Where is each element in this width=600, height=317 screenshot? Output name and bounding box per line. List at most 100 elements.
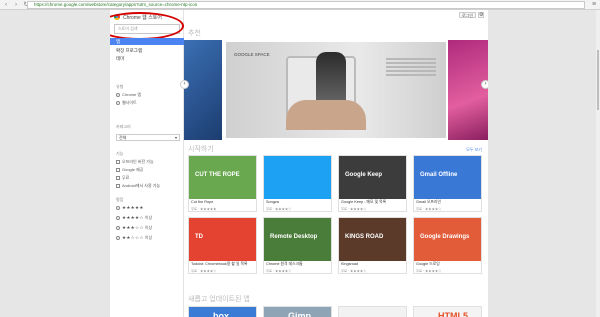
app-thumbnail: TD [189,218,256,261]
option-label: 오프라인 버전 가능 [122,159,154,164]
checkbox-icon [116,160,120,164]
forward-icon[interactable]: › [12,1,20,9]
carousel-next-icon[interactable]: › [481,80,488,89]
slide-brand: GOOGLE SPACE [234,52,270,57]
option-label: Android에서 사용 가능 [122,183,161,188]
stars: ★★★☆☆ [122,225,144,230]
rating-option-4[interactable]: ★★★★☆ 이상 [116,215,152,221]
option-label: Chrome 앱 [122,92,142,97]
app-thumbnail-label: TD [195,234,203,240]
carousel-prev-icon[interactable]: ‹ [180,80,189,89]
app-thumbnail: Remote Desktop [264,218,331,261]
app-name: Gmail 오프라인 [416,200,441,204]
app-thumbnail: KINGS ROAD [339,218,406,261]
sidebar-item-label: 확장 프로그램 [116,48,143,53]
feature-free[interactable]: 무료 [116,175,129,181]
app-thumbnail-label: HTML5 [438,311,468,317]
feature-google[interactable]: Google 제공 [116,167,143,173]
app-name: Todoist: Chromebook용 할 일 목록 [191,262,248,266]
app-thumbnail-label: Google Drawings [420,234,470,240]
app-tile[interactable]: Google Drawings Google 드로잉 무료 · ★★★★☆ [413,217,482,274]
webstore-page: Chrome 웹 스토어 스토어 검색 앱 확장 프로그램 테마 유형 Chro… [110,10,488,317]
app-tile[interactable]: Songza 무료 · ★★★★☆ [263,155,332,212]
stars: ★★★★★ [122,205,144,210]
address-url: https://chrome.google.com/webstore/categ… [34,2,198,7]
app-thumbnail: Google Keep [339,156,406,199]
stars: ★★★★☆ [122,215,144,220]
annotation-circle [110,12,184,40]
app-tile[interactable]: CUT THE ROPE Cut the Rope 무료 · ★★★★★ [188,155,257,212]
radio-icon [116,236,120,240]
app-thumbnail: Gmail Offline [414,156,481,199]
app-thumbnail: HTML5 [414,307,481,317]
carousel-slide-active[interactable]: GOOGLE SPACE [226,42,446,138]
app-thumbnail [339,307,406,317]
app-name: Kingsroad [341,262,359,266]
app-tile[interactable]: KINGS ROAD Kingsroad 무료 · ★★★★☆ [338,217,407,274]
app-thumbnail-label: Gmail Offline [420,172,458,178]
app-meta: 무료 · ★★★★☆ [341,269,367,273]
sidebar-item-extensions[interactable]: 확장 프로그램 [110,47,184,54]
app-meta: 무료 · ★★★★☆ [191,269,217,273]
radio-icon [116,93,120,97]
app-name: Songza [266,200,279,204]
update-tile[interactable]: Gimp [263,306,332,317]
app-meta: 무료 · ★★★★★ [191,207,217,211]
rating-option-2[interactable]: ★★☆☆☆ 이상 [116,235,152,241]
app-name: Chrome 원격 데스크톱 [266,262,303,266]
getting-started-title: 시작하기 [188,146,214,153]
type-heading: 유형 [116,84,124,89]
app-name: Cut the Rope [191,200,214,204]
main-content: 로그인 ⚙ 추천 GOOGLE SPACE ‹ › 시작하기 모두 보기 CUT… [180,10,488,317]
app-thumbnail [264,156,331,199]
sidebar-item-apps[interactable]: 앱 [110,38,184,45]
rating-option-3[interactable]: ★★★☆☆ 이상 [116,225,152,231]
option-label: Google 제공 [122,167,144,172]
sidebar-item-themes[interactable]: 테마 [110,55,184,62]
app-thumbnail: CUT THE ROPE [189,156,256,199]
app-meta: 무료 · ★★★★☆ [341,207,367,211]
rating-option-5[interactable]: ★★★★★ [116,205,144,211]
update-tile[interactable] [338,306,407,317]
app-meta: 무료 · ★★★★☆ [266,269,292,273]
type-option-websites[interactable]: 웹사이트 [116,100,137,106]
app-tile[interactable]: Google Keep Google Keep - 메모 및 목록무료 · ★★★… [338,155,407,212]
rating-suffix: 이상 [144,215,153,220]
address-bar[interactable]: https://chrome.google.com/webstore/categ… [27,1,585,9]
app-name: Google Keep - 메모 및 목록 [341,200,387,204]
updates-title: 새롭고 업데이트된 앱 [188,296,250,303]
sidebar-item-label: 앱 [116,39,121,44]
category-select[interactable]: 전체 ▾ [116,134,180,141]
app-meta: 무료 · ★★★★☆ [416,207,442,211]
feature-android[interactable]: Android에서 사용 가능 [116,183,160,189]
app-tile[interactable]: Gmail Offline Gmail 오프라인무료 · ★★★★☆ [413,155,482,212]
app-meta: 무료 · ★★★★☆ [416,269,442,273]
app-tile[interactable]: Remote Desktop Chrome 원격 데스크톱무료 · ★★★★☆ [263,217,332,274]
rating-suffix: 이상 [144,235,153,240]
app-meta: 무료 · ★★★★☆ [266,207,292,211]
app-tile[interactable]: TD Todoist: Chromebook용 할 일 목록무료 · ★★★★☆ [188,217,257,274]
see-all-link[interactable]: 모두 보기 [466,147,482,153]
featured-title: 추천 [188,30,201,37]
feature-offline[interactable]: 오프라인 버전 가능 [116,159,154,165]
window-scrollbar-thumb[interactable] [597,50,599,110]
checkbox-icon [116,168,120,172]
chevron-down-icon: ▾ [174,135,177,140]
carousel-slide-prev[interactable] [184,40,222,140]
app-thumbnail-label: Remote Desktop [270,234,318,240]
browser-menu-icon[interactable]: ≡ [590,1,598,9]
back-icon[interactable]: ‹ [2,1,10,9]
carousel-slide-next[interactable] [448,40,488,140]
rating-suffix: 이상 [144,225,153,230]
update-tile[interactable]: box [188,306,257,317]
sidebar-item-label: 테마 [116,56,125,61]
update-tile[interactable]: HTML5 [413,306,482,317]
radio-icon [116,101,120,105]
type-option-apps[interactable]: Chrome 앱 [116,92,141,98]
gear-icon[interactable]: ⚙ [478,12,484,18]
features-heading: 기능 [116,151,124,156]
app-thumbnail-label: Gimp [288,311,312,317]
radio-icon [116,226,120,230]
option-label: 웹사이트 [122,100,137,105]
login-button[interactable]: 로그인 [458,12,476,18]
